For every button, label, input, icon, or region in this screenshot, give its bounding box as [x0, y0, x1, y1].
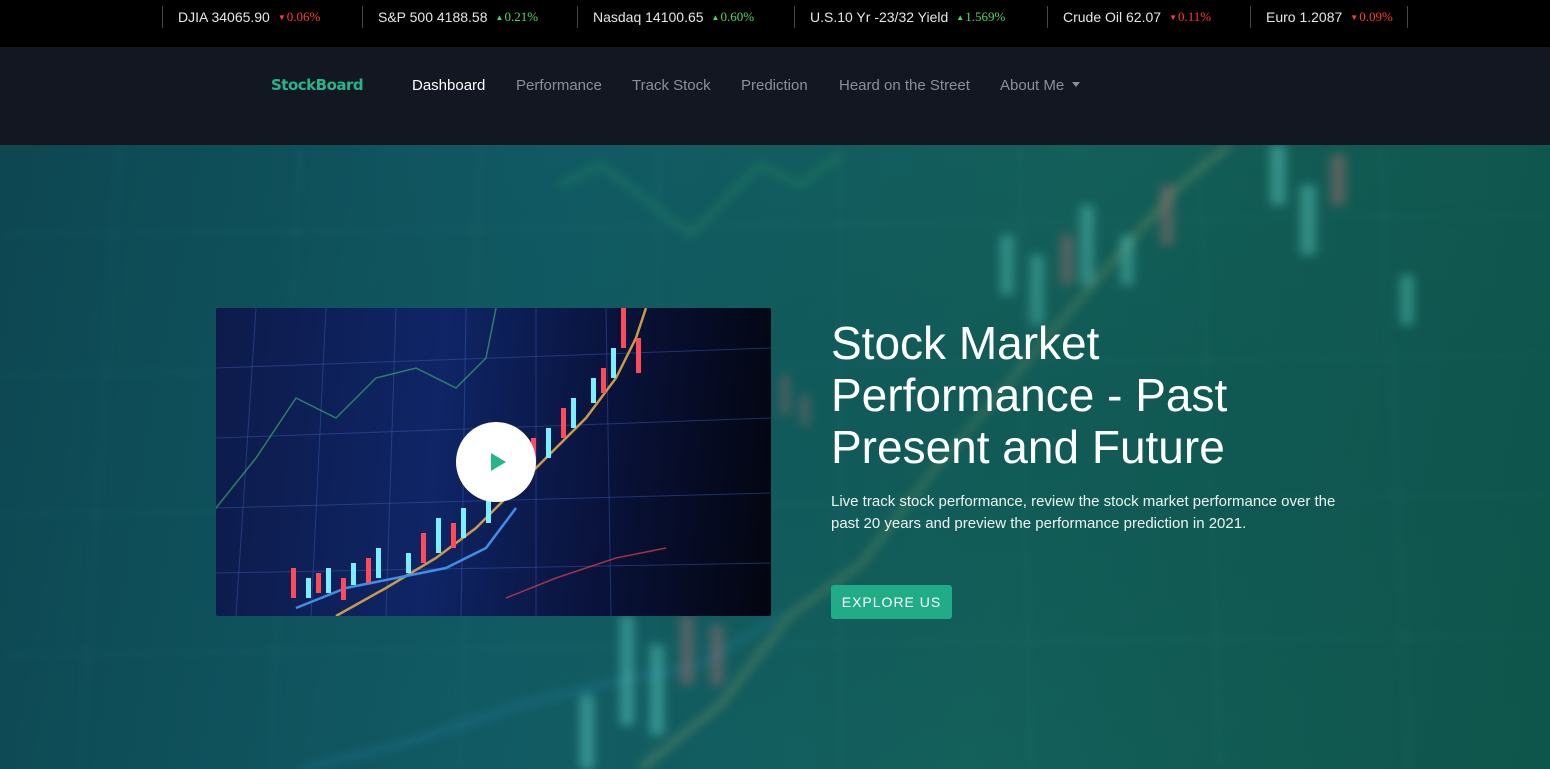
main-navbar: StockBoard Dashboard Performance Track S… — [0, 47, 1550, 145]
ticker-name: Crude Oil 62.07 — [1063, 9, 1162, 25]
ticker-name: Euro 1.2087 — [1266, 9, 1343, 25]
ticker-name: S&P 500 4188.58 — [378, 9, 488, 25]
brand-logo[interactable]: StockBoard — [271, 76, 364, 94]
arrow-up-icon: ▲ — [495, 12, 504, 22]
ticker-item-djia[interactable]: DJIA 34065.90 ▼ 0.06% — [162, 6, 320, 28]
nav-link-performance[interactable]: Performance — [516, 77, 602, 94]
ticker-divider — [1407, 6, 1408, 28]
ticker-change: 0.60% — [720, 9, 755, 24]
arrow-down-icon: ▼ — [1169, 12, 1177, 22]
arrow-down-icon: ▼ — [1350, 12, 1359, 22]
ticker-item-us10yr[interactable]: U.S.10 Yr -23/32 Yield ▲ 1.569% — [794, 6, 1005, 28]
hero-section: Stock Market Performance - Past Present … — [0, 145, 1550, 769]
ticker-item-euro[interactable]: Euro 1.2087 ▼ 0.09% — [1250, 6, 1393, 28]
ticker-item-sp500[interactable]: S&P 500 4188.58 ▲ 0.21% — [362, 6, 538, 28]
hero-description: Live track stock performance, review the… — [831, 493, 1336, 532]
ticker-change: 1.569% — [965, 9, 1006, 24]
ticker-name: U.S.10 Yr -23/32 Yield — [810, 9, 949, 25]
ticker-item-nasdaq[interactable]: Nasdaq 14100.65 ▲ 0.60% — [577, 6, 754, 28]
arrow-up-icon: ▲ — [711, 12, 720, 22]
ticker-change: 0.11% — [1177, 9, 1212, 24]
arrow-down-icon: ▼ — [277, 12, 286, 22]
arrow-up-icon: ▲ — [956, 12, 965, 22]
nav-dropdown-label: About Me — [1000, 77, 1065, 94]
hero-video[interactable] — [216, 308, 771, 616]
nav-link-heard-on-the-street[interactable]: Heard on the Street — [839, 77, 970, 94]
explore-us-button[interactable]: EXPLORE US — [831, 585, 952, 619]
hero-title: Stock Market Performance - Past Present … — [831, 317, 1228, 473]
market-ticker: DJIA 34065.90 ▼ 0.06% S&P 500 4188.58 ▲ … — [0, 0, 1550, 47]
ticker-name: Nasdaq 14100.65 — [593, 9, 704, 25]
ticker-change: 0.09% — [1359, 9, 1393, 24]
play-button[interactable] — [456, 422, 536, 502]
nav-link-dashboard[interactable]: Dashboard — [412, 77, 485, 94]
nav-link-track-stock[interactable]: Track Stock — [632, 77, 711, 94]
ticker-change: 0.21% — [504, 9, 539, 24]
nav-dropdown-about-me[interactable]: About Me — [1000, 77, 1081, 94]
ticker-name: DJIA 34065.90 — [178, 9, 270, 25]
ticker-item-crude-oil[interactable]: Crude Oil 62.07 ▼ 0.11% — [1047, 6, 1211, 28]
ticker-change: 0.06% — [286, 9, 321, 24]
nav-link-prediction[interactable]: Prediction — [741, 77, 808, 94]
caret-down-icon — [1072, 81, 1081, 87]
play-icon — [490, 453, 506, 471]
